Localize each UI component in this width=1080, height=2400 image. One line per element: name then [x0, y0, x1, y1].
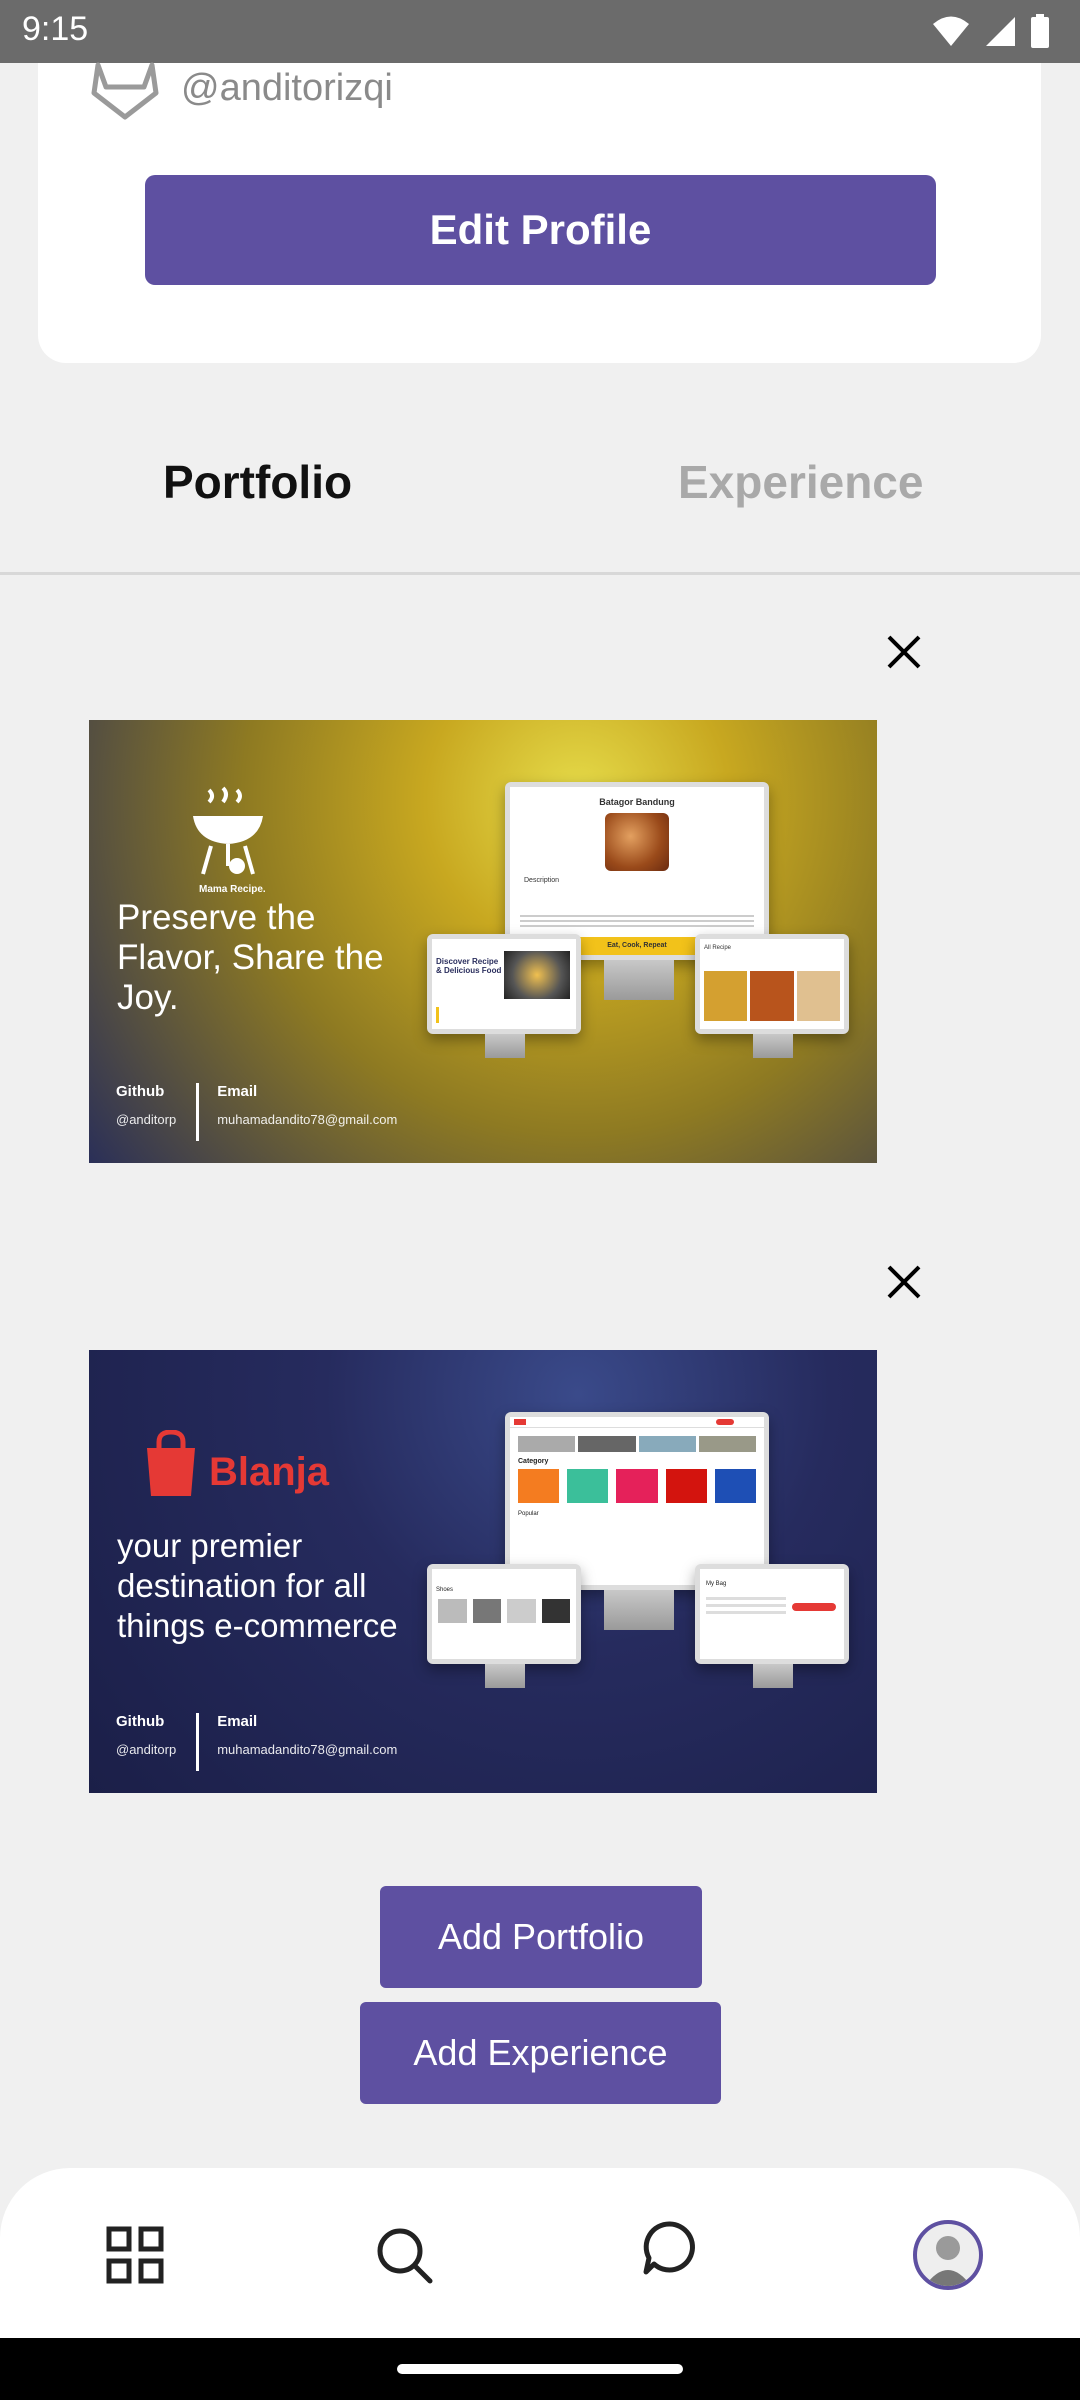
- portfolio-image-mama-recipe[interactable]: Mama Recipe. Preserve the Flavor, Share …: [89, 720, 877, 1163]
- person-icon: [925, 2236, 971, 2286]
- mock-popular: Popular: [518, 1511, 539, 1517]
- status-bar: 9:15: [0, 0, 1080, 63]
- grid-icon[interactable]: [105, 2225, 165, 2285]
- mock-left-heading: Discover Recipe & Delicious Food: [436, 957, 502, 975]
- github-label: Github: [116, 1713, 165, 1730]
- close-icon[interactable]: [884, 632, 924, 672]
- mock-right-heading: My Bag: [706, 1581, 727, 1587]
- bottom-nav: [0, 2168, 1080, 2338]
- edit-profile-button[interactable]: Edit Profile: [145, 175, 936, 285]
- food-photo: [504, 951, 570, 999]
- portfolio-tagline: your premier destination for all things …: [117, 1527, 398, 1644]
- tab-portfolio[interactable]: Portfolio: [163, 455, 352, 509]
- food-photo: [605, 813, 669, 871]
- search-icon[interactable]: [374, 2225, 434, 2285]
- close-icon[interactable]: [884, 1262, 924, 1302]
- wifi-icon: [933, 16, 969, 46]
- contact-info: Github @anditorp Email muhamadandito78@g…: [116, 1713, 397, 1771]
- mock-left-heading: Shoes: [436, 1587, 454, 1593]
- mock-description: Description: [524, 877, 560, 884]
- monitor-mockup-right: My Bag: [695, 1564, 849, 1664]
- chat-icon[interactable]: [640, 2218, 700, 2278]
- email-label: Email: [217, 1083, 258, 1100]
- grill-logo-icon: [193, 786, 263, 875]
- navigation-gesture-bar: [0, 2338, 1080, 2400]
- mock-title: Batagor Bandung: [599, 797, 675, 807]
- email-value: muhamadandito78@gmail.com: [217, 1742, 398, 1757]
- github-value: @anditorp: [116, 1742, 177, 1757]
- portfolio-image-blanja[interactable]: Blanja your premier destination for all …: [89, 1350, 877, 1793]
- monitor-mockup-left: Shoes: [427, 1564, 581, 1664]
- profile-card: @anditorizqi Edit Profile: [38, 62, 1041, 363]
- mama-recipe-logo-text: Mama Recipe.: [199, 884, 266, 895]
- mock-category: Category: [518, 1458, 549, 1465]
- monitor-mockup-left: Discover Recipe & Delicious Food: [427, 934, 581, 1034]
- battery-icon: [1031, 14, 1049, 48]
- home-gesture-handle[interactable]: [397, 2364, 683, 2374]
- tab-divider: [0, 572, 1080, 575]
- add-experience-button[interactable]: Add Experience: [360, 2002, 721, 2104]
- mock-right-heading: All Recipe: [704, 945, 732, 951]
- portfolio-tagline: Preserve the Flavor, Share the Joy.: [117, 898, 384, 1017]
- contact-info: Github @anditorp Email muhamadandito78@g…: [116, 1083, 397, 1141]
- email-label: Email: [217, 1713, 258, 1730]
- github-value: @anditorp: [116, 1112, 177, 1127]
- monitor-mockup-right: All Recipe: [695, 934, 849, 1034]
- avatar[interactable]: [913, 2220, 983, 2290]
- github-label: Github: [116, 1083, 165, 1100]
- blanja-logo-text: Blanja: [209, 1450, 330, 1494]
- email-value: muhamadandito78@gmail.com: [217, 1112, 398, 1127]
- shopping-bag-logo-icon: [147, 1430, 195, 1496]
- signal-icon: [986, 17, 1015, 46]
- gitlab-icon: [91, 62, 159, 120]
- status-time: 9:15: [22, 10, 89, 48]
- add-portfolio-button[interactable]: Add Portfolio: [380, 1886, 702, 1988]
- gitlab-handle: @anditorizqi: [181, 67, 393, 109]
- tab-experience[interactable]: Experience: [678, 455, 923, 509]
